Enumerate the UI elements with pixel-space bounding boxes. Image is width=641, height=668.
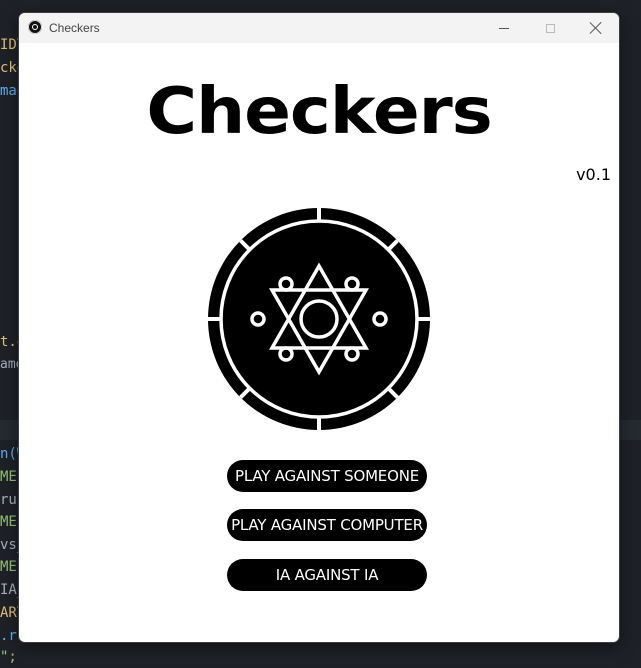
close-button[interactable] (573, 13, 619, 43)
game-title: Checkers (146, 75, 492, 149)
play-against-someone-button[interactable]: PLAY AGAINST SOMEONE (227, 460, 427, 492)
app-icon (28, 20, 42, 34)
maximize-button[interactable] (527, 13, 573, 43)
title-bar[interactable]: Checkers (19, 13, 619, 43)
ia-against-ia-button[interactable]: IA AGAINST IA (227, 559, 427, 591)
play-against-computer-button[interactable]: PLAY AGAINST COMPUTER (227, 509, 427, 541)
version-label: v0.1 (576, 165, 611, 184)
code-line: "; (0, 649, 17, 665)
checkers-window: Checkers Checkers v0.1 PLAY AGAINST SOME… (19, 13, 619, 642)
minimize-icon (499, 27, 509, 29)
minimize-button[interactable] (481, 13, 527, 43)
hexagram-coin-icon (208, 208, 430, 430)
maximize-icon (545, 23, 555, 33)
close-icon (590, 22, 602, 34)
window-title: Checkers (49, 21, 100, 35)
